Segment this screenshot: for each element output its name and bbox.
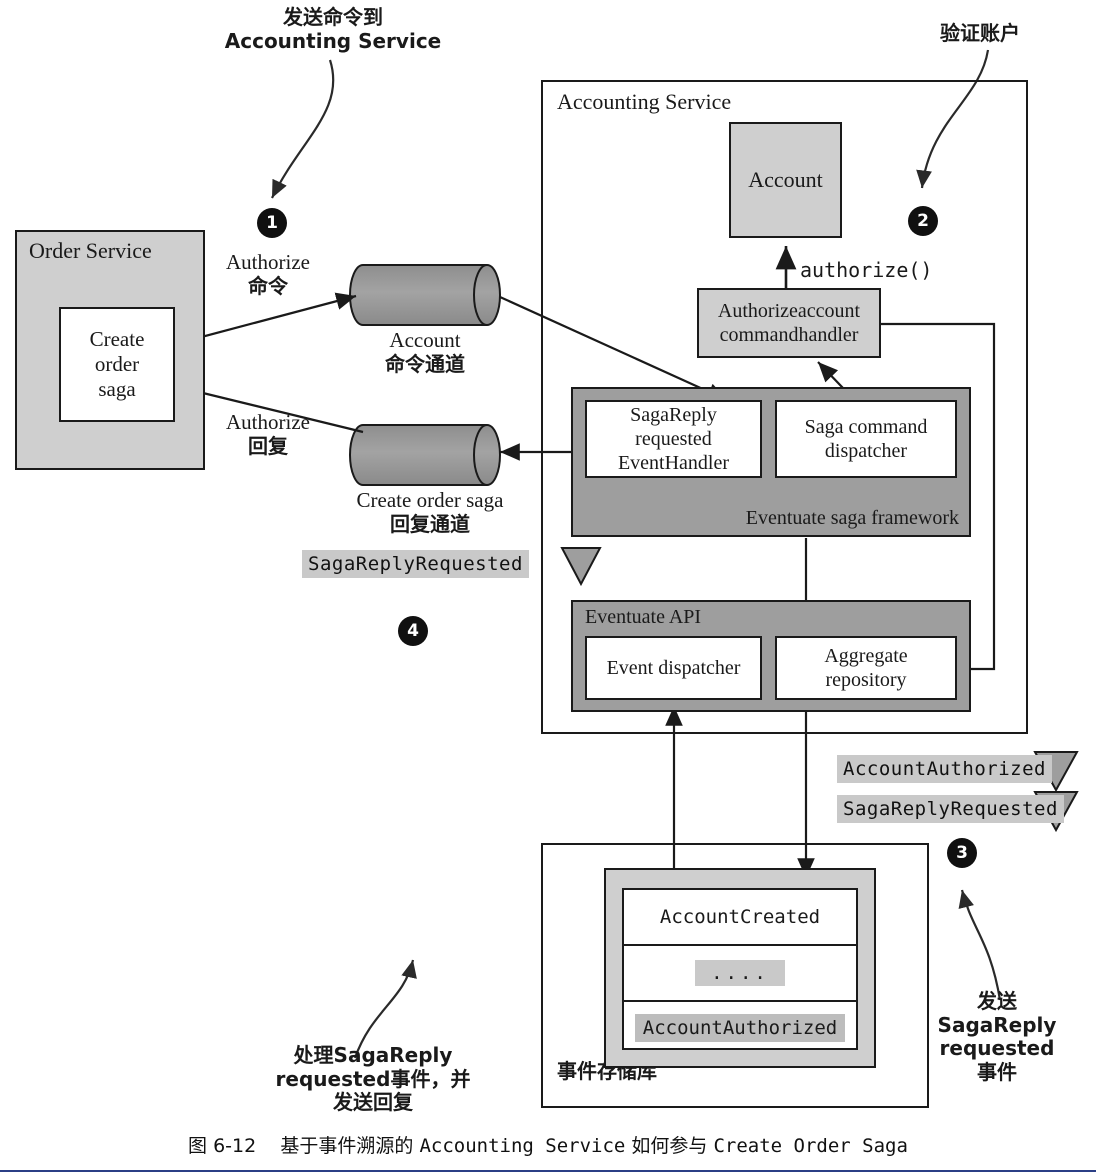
edge-label-authorize-method: authorize() [800,258,933,282]
account-box: Account [729,122,842,238]
create-order-saga-reply-channel-label: Create order saga 回复通道 [330,488,530,536]
annotation-note-4-line-2: requested事件，并 [275,1066,471,1091]
edge-label-authorize-reply: Authorize 回复 [188,410,348,458]
event-handler-line-3: EventHandler [617,452,730,474]
figure-caption-prefix: 图 6-12 [188,1135,257,1157]
saga-command-dispatcher-line-2: dispatcher [824,440,908,462]
saga-reply-requested-event-handler-box: SagaReply requested EventHandler [585,400,762,478]
badge-saga-reply-requested-right: SagaReplyRequested [837,795,1064,823]
aggregate-repository-line-1: Aggregate [824,645,908,667]
event-name-account-created: AccountCreated [659,906,821,928]
aggregate-repository-box: Aggregate repository [775,636,957,700]
figure-caption-part-1: 基于事件溯源的 [280,1135,414,1157]
edge-label-authorize-reply-line-2: 回复 [248,433,288,458]
eventuate-api-title: Eventuate API [585,606,702,628]
account-command-channel-label: Account 命令通道 [335,328,515,376]
event-dispatcher-label: Event dispatcher [606,657,741,679]
annotation-note-3: 发送 SagaReply requested 事件 [912,989,1082,1084]
annotation-note-3-line-1: 发送 [977,989,1017,1013]
figure-caption: 图 6-12 基于事件溯源的 Accounting Service 如何参与 C… [0,1131,1096,1158]
annotation-note-1-line-2: Accounting Service [224,28,442,53]
aggregate-repository-line-2: repository [825,669,907,691]
edge-label-authorize-command-line-2: 命令 [248,273,288,298]
command-handler-line-1: Authorizeaccount [717,300,861,322]
step-circle-3: 3 [947,838,977,868]
figure-caption-mono-1: Accounting Service [419,1135,626,1157]
annotation-note-1: 发送命令到 Accounting Service [208,5,458,53]
create-order-saga-line-2: order [94,351,140,376]
edge-label-authorize-command: Authorize 命令 [188,250,348,298]
event-row: AccountCreated [624,890,856,946]
annotation-note-3-line-4: 事件 [977,1059,1017,1084]
order-service-title: Order Service [29,238,152,263]
create-order-saga-reply-channel-label-line-1: Create order saga [356,488,504,512]
event-handler-line-2: requested [635,428,712,450]
leader-note-3 [958,889,1002,1001]
figure-canvas: 发送命令到 Accounting Service 验证账户 发送 SagaRep… [0,0,1096,1172]
annotation-note-4: 处理SagaReply requested事件，并 发送回复 [238,1043,508,1115]
create-order-saga-reply-channel-label-line-2: 回复通道 [390,511,470,536]
annotation-note-3-line-2: SagaReply [937,1012,1057,1037]
annotation-note-4-line-1: 处理SagaReply [293,1043,453,1067]
step-circle-1: 1 [257,208,287,238]
figure-caption-mono-2: Create Order Saga [713,1135,908,1157]
badge-account-authorized: AccountAuthorized [837,755,1052,783]
event-name-account-authorized: AccountAuthorized [634,1014,846,1042]
account-command-channel-label-line-2: 命令通道 [385,351,465,376]
account-command-channel-label-line-1: Account [389,328,461,352]
eventuate-saga-framework-title: Eventuate saga framework [745,507,959,529]
event-list-box: AccountCreated .... AccountAuthorized [622,888,858,1050]
create-order-saga-box: Create order saga [59,307,175,422]
event-row: AccountAuthorized [624,1002,856,1054]
create-order-saga-line-1: Create [89,326,145,351]
event-name-ellipsis: .... [695,960,785,986]
create-order-saga-line-3: saga [98,377,136,402]
account-box-label: Account [748,166,823,192]
saga-command-dispatcher-line-1: Saga command [804,416,928,438]
event-handler-line-1: SagaReply [630,404,717,426]
annotation-note-2: 验证账户 [900,21,1060,46]
annotation-note-3-line-3: requested [939,1036,1055,1061]
annotation-note-2-line-1: 验证账户 [940,21,1020,45]
event-dispatcher-box: Event dispatcher [585,636,762,700]
edge-label-authorize-reply-line-1: Authorize [226,410,310,434]
step-circle-4: 4 [398,616,428,646]
event-row: .... [624,946,856,1002]
accounting-service-title: Accounting Service [557,89,732,114]
edge-label-authorize-command-line-1: Authorize [226,250,310,274]
annotation-note-1-line-1: 发送命令到 [283,5,383,29]
badge-saga-reply-requested-left: SagaReplyRequested [302,550,529,578]
saga-command-dispatcher-box: Saga command dispatcher [775,400,957,478]
figure-caption-part-2: 如何参与 [631,1135,708,1157]
create-order-saga-reply-channel-cylinder [349,424,501,486]
authorize-account-command-handler-box: Authorizeaccount commandhandler [697,288,881,358]
account-command-channel-cylinder [349,264,501,326]
command-handler-line-2: commandhandler [719,324,859,346]
annotation-note-4-line-3: 发送回复 [333,1090,413,1115]
leader-note-1 [271,59,335,199]
